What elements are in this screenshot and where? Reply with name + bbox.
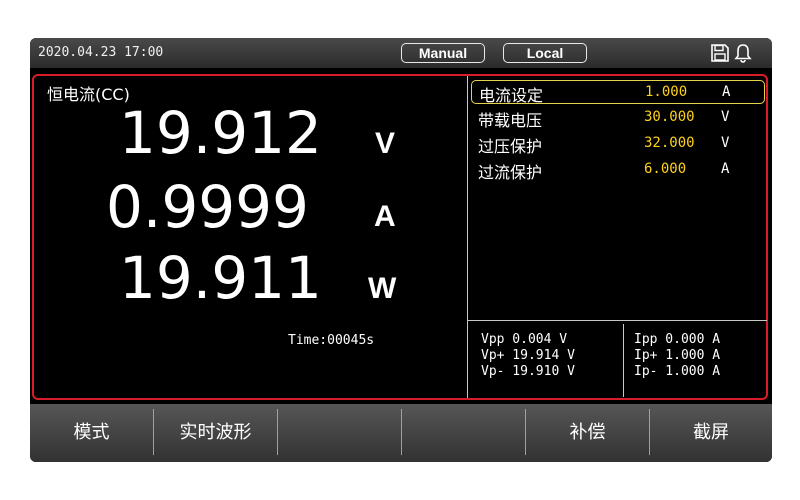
setting-current-set[interactable]: 电流设定 1.000 A	[471, 80, 765, 105]
bell-icon[interactable]	[733, 43, 753, 67]
main-panel: 恒电流(CC) 19.912 V 0.9999 A 19.911 W Time:…	[32, 74, 768, 400]
stats-column-divider	[623, 324, 624, 397]
setting-label: 电流设定	[479, 86, 544, 105]
current-reading: 0.9999	[106, 173, 309, 241]
softkey-mode[interactable]: 模式	[30, 404, 153, 462]
stat-ipp: Ipp 0.000 A	[634, 332, 721, 347]
status-bar: 2020.04.23 17:00 Manual Local	[30, 38, 772, 68]
voltage-reading: 19.912	[119, 99, 322, 167]
setting-label: 过流保护	[478, 163, 543, 182]
stat-ip-min: Ip- 1.000 A	[634, 364, 721, 379]
setting-value: 32.000	[644, 135, 695, 151]
softkey-bar: 模式 实时波形 补偿 截屏	[30, 404, 772, 462]
setting-unit: A	[722, 84, 731, 100]
softkey-compensation[interactable]: 补偿	[526, 404, 649, 462]
measurement-panel: 恒电流(CC) 19.912 V 0.9999 A 19.911 W Time:…	[34, 76, 467, 398]
stat-ip-max: Ip+ 1.000 A	[634, 348, 721, 363]
softkey-screenshot[interactable]: 截屏	[650, 404, 772, 462]
stats-divider	[468, 320, 767, 321]
setting-overcurrent-protection[interactable]: 过流保护 6.000 A	[471, 158, 765, 182]
setting-value: 6.000	[644, 161, 687, 177]
datetime: 2020.04.23 17:00	[38, 45, 164, 60]
elapsed-time: Time:00045s	[288, 333, 375, 348]
power-unit: W	[368, 272, 397, 305]
setting-unit: V	[721, 135, 730, 151]
mode-title: 恒电流(CC)	[47, 85, 130, 104]
setting-value: 30.000	[644, 109, 695, 125]
setting-load-voltage[interactable]: 带载电压 30.000 V	[471, 106, 765, 130]
voltage-unit: V	[375, 127, 396, 160]
setting-unit: A	[721, 161, 730, 177]
softkey-empty-3[interactable]	[278, 404, 401, 462]
setting-label: 带载电压	[478, 111, 543, 130]
setting-label: 过压保护	[478, 137, 543, 156]
setting-value: 1.000	[645, 84, 688, 100]
stat-vp-min: Vp- 19.910 V	[481, 364, 575, 379]
setting-overvoltage-protection[interactable]: 过压保护 32.000 V	[471, 132, 765, 156]
power-reading: 19.911	[119, 244, 322, 312]
stat-vp-max: Vp+ 19.914 V	[481, 348, 575, 363]
manual-mode-badge[interactable]: Manual	[401, 43, 485, 63]
softkey-realtime-waveform[interactable]: 实时波形	[154, 404, 277, 462]
stat-vpp: Vpp 0.004 V	[481, 332, 568, 347]
current-unit: A	[374, 200, 396, 233]
softkey-empty-4[interactable]	[402, 404, 525, 462]
settings-panel: 电流设定 1.000 A 带载电压 30.000 V 过压保护 32.000 V…	[468, 76, 767, 398]
setting-unit: V	[721, 109, 730, 125]
save-icon[interactable]	[710, 43, 730, 67]
local-control-badge[interactable]: Local	[503, 43, 587, 63]
load-screen: 2020.04.23 17:00 Manual Local 恒电流(CC) 19…	[30, 38, 772, 462]
